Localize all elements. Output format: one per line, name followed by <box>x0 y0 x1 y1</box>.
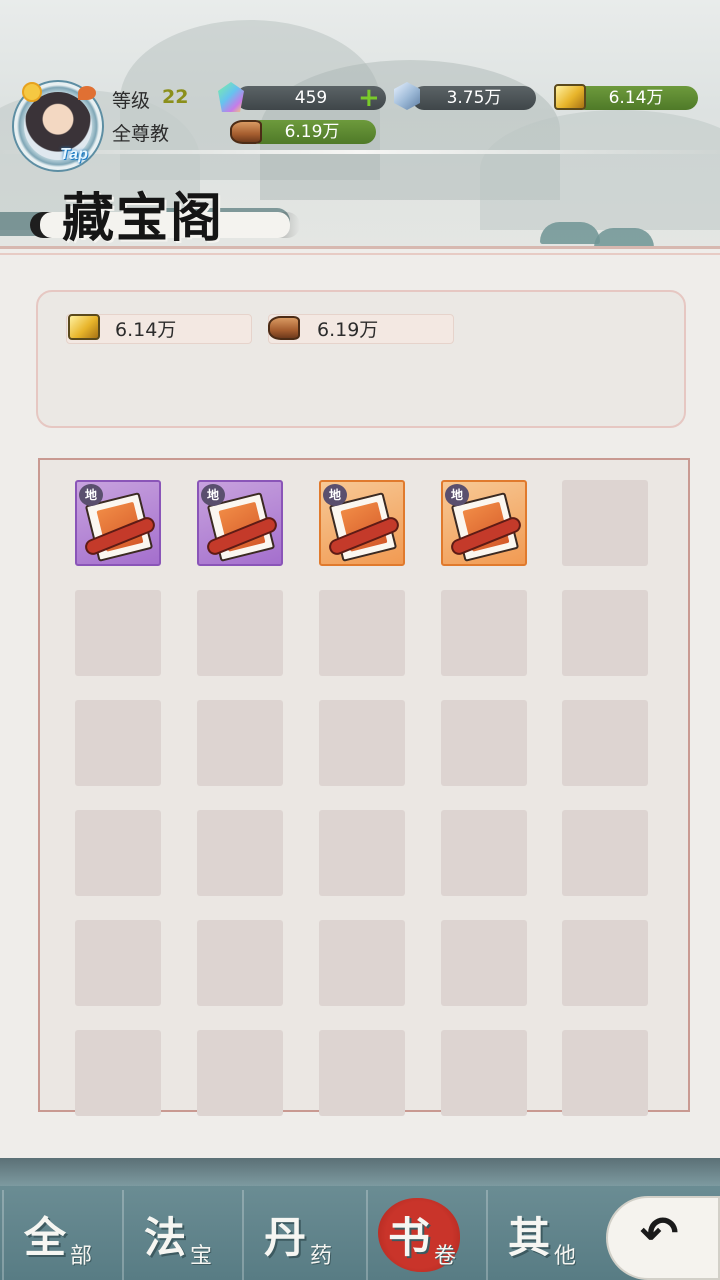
gold-ingot-icon <box>68 314 100 340</box>
inventory-slot-empty[interactable] <box>197 810 283 896</box>
back-arrow-icon[interactable]: ↶ <box>640 1206 679 1260</box>
inventory-item-scroll-book[interactable]: 地 <box>75 480 161 566</box>
inventory-slot-empty[interactable] <box>75 810 161 896</box>
tab-4[interactable]: 其他 <box>486 1190 604 1280</box>
inventory-slot-empty[interactable] <box>562 480 648 566</box>
crystal-value: 3.75万 <box>446 88 502 108</box>
tab-2[interactable]: 丹药 <box>242 1190 360 1280</box>
inventory-slot-empty[interactable] <box>441 810 527 896</box>
tab-label-main: 全 <box>24 1213 67 1262</box>
inventory-slot-empty[interactable] <box>197 590 283 676</box>
inventory-slot-empty[interactable] <box>562 590 648 676</box>
tab-0[interactable]: 全部 <box>2 1190 120 1280</box>
add-gem-button[interactable]: + <box>358 85 380 111</box>
grade-tag: 地 <box>201 484 225 506</box>
gold-value: 6.14万 <box>608 88 664 108</box>
header-divider <box>0 150 720 154</box>
grade-tag: 地 <box>323 484 347 506</box>
gold-ingot-icon <box>554 84 586 110</box>
inventory-slot-empty[interactable] <box>562 700 648 786</box>
level-label: 等级 <box>112 90 151 112</box>
wood-value: 6.19万 <box>284 122 340 142</box>
tab-label-sub: 部 <box>70 1244 93 1269</box>
summary-wood-value: 6.19万 <box>317 319 379 341</box>
tab-label-sub: 他 <box>554 1244 577 1269</box>
summary-gold-value: 6.14万 <box>115 319 177 341</box>
inventory-slot-empty[interactable] <box>75 590 161 676</box>
grade-tag: 地 <box>445 484 469 506</box>
tab-1[interactable]: 法宝 <box>122 1190 240 1280</box>
inventory-item-scroll-book[interactable]: 地 <box>197 480 283 566</box>
tab-label-main: 丹 <box>264 1213 307 1262</box>
inventory-slot-empty[interactable] <box>441 920 527 1006</box>
inventory-slot-empty[interactable] <box>197 700 283 786</box>
resource-summary <box>36 290 686 428</box>
inventory-slot-empty[interactable] <box>441 1030 527 1116</box>
gold-counter: 6.14万 <box>574 86 698 110</box>
tap-badge[interactable]: Tap <box>60 146 88 164</box>
inventory-slot-empty[interactable] <box>319 700 405 786</box>
inventory-slot-empty[interactable] <box>562 1030 648 1116</box>
inventory-slot-empty[interactable] <box>441 590 527 676</box>
inventory-slot-empty[interactable] <box>75 920 161 1006</box>
inventory-item-scroll-book[interactable]: 地 <box>319 480 405 566</box>
inventory-slot-empty[interactable] <box>562 920 648 1006</box>
inventory-slot-empty[interactable] <box>441 700 527 786</box>
tab-label-sub: 宝 <box>190 1244 213 1269</box>
tab-label-main: 法 <box>144 1213 187 1262</box>
tab-3[interactable]: 书卷 <box>366 1190 484 1280</box>
sect-name: 全尊教 <box>112 123 170 145</box>
leaf-icon <box>78 86 96 100</box>
tab-label-sub: 卷 <box>434 1244 457 1269</box>
inventory-slot-empty[interactable] <box>319 1030 405 1116</box>
inventory-slot-empty[interactable] <box>319 590 405 676</box>
inventory-slot-empty[interactable] <box>319 810 405 896</box>
level-value: 22 <box>162 86 189 108</box>
inventory-slot-empty[interactable] <box>562 810 648 896</box>
sun-icon <box>22 82 42 102</box>
page-title: 藏宝阁 <box>62 188 225 249</box>
wood-log-icon <box>268 316 300 340</box>
tab-label-main: 书 <box>388 1213 431 1262</box>
tab-label-sub: 药 <box>310 1244 333 1269</box>
inventory-item-scroll-book[interactable]: 地 <box>441 480 527 566</box>
grade-tag: 地 <box>79 484 103 506</box>
inventory-slot-empty[interactable] <box>75 700 161 786</box>
wood-log-icon <box>230 120 262 144</box>
inventory-slot-empty[interactable] <box>197 1030 283 1116</box>
inventory-slot-empty[interactable] <box>75 1030 161 1116</box>
inventory-slot-empty[interactable] <box>319 920 405 1006</box>
tab-label-main: 其 <box>508 1213 551 1262</box>
inventory-slot-empty[interactable] <box>197 920 283 1006</box>
wood-counter: 6.19万 <box>248 120 376 144</box>
pine-decoration <box>540 222 600 244</box>
gem-value: 459 <box>294 88 328 108</box>
crystal-counter: 3.75万 <box>412 86 536 110</box>
